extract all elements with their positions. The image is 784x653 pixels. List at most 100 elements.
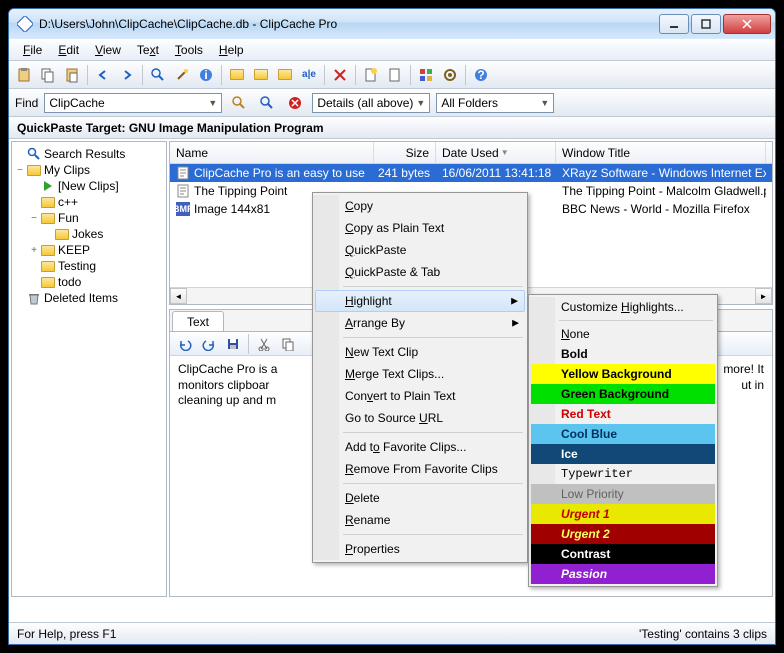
highlight-option[interactable]: None <box>531 324 715 344</box>
highlight-option[interactable]: Red Text <box>531 404 715 424</box>
expand-icon[interactable]: + <box>28 245 40 256</box>
tree-item[interactable]: −Fun <box>14 210 164 226</box>
column-header[interactable]: Name <box>170 142 374 163</box>
folder-new-icon[interactable] <box>274 64 296 86</box>
highlight-option[interactable]: Passion <box>531 564 715 584</box>
chevron-down-icon[interactable]: ▼ <box>540 98 549 108</box>
tree-item[interactable]: Jokes <box>14 226 164 242</box>
menu-item[interactable]: Go to Source URL <box>315 407 525 429</box>
undo-icon[interactable] <box>174 333 196 355</box>
find-input[interactable]: ClipCache ▼ <box>44 93 222 113</box>
tab-text[interactable]: Text <box>172 311 224 331</box>
find-clear-icon[interactable] <box>284 92 306 114</box>
find-go-icon[interactable] <box>228 92 250 114</box>
paste-icon[interactable] <box>61 64 83 86</box>
forward-icon[interactable] <box>116 64 138 86</box>
gear-icon[interactable] <box>439 64 461 86</box>
rename-icon[interactable]: a|e <box>298 64 320 86</box>
scroll-right-icon[interactable]: ► <box>755 288 772 304</box>
close-button[interactable] <box>723 14 771 34</box>
highlight-option[interactable]: Ice <box>531 444 715 464</box>
copy-icon[interactable] <box>277 333 299 355</box>
menu-item[interactable]: Rename <box>315 509 525 531</box>
new-page-icon[interactable] <box>360 64 382 86</box>
menu-item[interactable]: Properties <box>315 538 525 560</box>
folder-tree[interactable]: Search Results−My Clips[New Clips]c++−Fu… <box>11 141 167 597</box>
column-header[interactable]: Date Used▼ <box>436 142 556 163</box>
highlight-option[interactable]: Bold <box>531 344 715 364</box>
menu-item[interactable]: Copy <box>315 195 525 217</box>
menu-item[interactable]: Remove From Favorite Clips <box>315 458 525 480</box>
minimize-button[interactable] <box>659 14 689 34</box>
clipboard-icon[interactable] <box>13 64 35 86</box>
find-next-icon[interactable] <box>256 92 278 114</box>
menu-item[interactable]: QuickPaste & Tab <box>315 261 525 283</box>
search-icon[interactable] <box>147 64 169 86</box>
filter-details[interactable]: Details (all above) ▼ <box>312 93 430 113</box>
scroll-left-icon[interactable]: ◄ <box>170 288 187 304</box>
highlight-option[interactable]: Urgent 2 <box>531 524 715 544</box>
highlight-option[interactable]: Contrast <box>531 544 715 564</box>
highlight-option[interactable]: Cool Blue <box>531 424 715 444</box>
copy-icon[interactable] <box>37 64 59 86</box>
menu-item[interactable]: New Text Clip <box>315 341 525 363</box>
cut-icon[interactable] <box>253 333 275 355</box>
folder-icon[interactable] <box>226 64 248 86</box>
menu-edit[interactable]: Edit <box>50 41 87 59</box>
tree-item[interactable]: −My Clips <box>14 162 164 178</box>
highlight-option[interactable]: Green Background <box>531 384 715 404</box>
tree-item[interactable]: c++ <box>14 194 164 210</box>
highlight-option[interactable]: Low Priority <box>531 484 715 504</box>
highlight-option[interactable]: Urgent 1 <box>531 504 715 524</box>
menu-view[interactable]: View <box>87 41 129 59</box>
folder-icon <box>40 259 56 273</box>
titlebar[interactable]: D:\Users\John\ClipCache\ClipCache.db - C… <box>9 9 775 39</box>
menu-item[interactable]: Arrange By▶ <box>315 312 525 334</box>
table-row[interactable]: ClipCache Pro is an easy to use241 bytes… <box>170 164 772 182</box>
menu-item[interactable]: Convert to Plain Text <box>315 385 525 407</box>
menu-item[interactable]: QuickPaste <box>315 239 525 261</box>
highlight-option[interactable]: Typewriter <box>531 464 715 484</box>
folder-open-icon[interactable] <box>250 64 272 86</box>
save-icon[interactable] <box>222 333 244 355</box>
tree-item[interactable]: Deleted Items <box>14 290 164 306</box>
expand-icon[interactable]: − <box>14 165 26 176</box>
menu-help[interactable]: Help <box>211 41 252 59</box>
menu-file[interactable]: File <box>15 41 50 59</box>
maximize-button[interactable] <box>691 14 721 34</box>
grid-icon[interactable] <box>415 64 437 86</box>
findbar: Find ClipCache ▼ Details (all above) ▼ A… <box>9 89 775 117</box>
page-icon[interactable] <box>384 64 406 86</box>
menu-item[interactable]: Highlight▶ <box>315 290 525 312</box>
delete-icon[interactable] <box>329 64 351 86</box>
info-icon[interactable]: i <box>195 64 217 86</box>
menu-text[interactable]: Text <box>129 41 167 59</box>
tree-item[interactable]: [New Clips] <box>14 178 164 194</box>
filter-folders[interactable]: All Folders ▼ <box>436 93 554 113</box>
chevron-down-icon[interactable]: ▼ <box>416 98 425 108</box>
tree-item[interactable]: todo <box>14 274 164 290</box>
help-icon[interactable]: ? <box>470 64 492 86</box>
back-icon[interactable] <box>92 64 114 86</box>
column-header[interactable]: Window Title <box>556 142 766 163</box>
menu-item[interactable]: Merge Text Clips... <box>315 363 525 385</box>
column-header[interactable]: Size <box>374 142 436 163</box>
chevron-down-icon[interactable]: ▼ <box>208 98 217 108</box>
wand-icon[interactable] <box>171 64 193 86</box>
menu-item[interactable]: Add to Favorite Clips... <box>315 436 525 458</box>
context-menu[interactable]: CopyCopy as Plain TextQuickPasteQuickPas… <box>312 192 528 563</box>
menu-tools[interactable]: Tools <box>167 41 211 59</box>
redo-icon[interactable] <box>198 333 220 355</box>
expand-icon[interactable]: − <box>28 213 40 224</box>
folder-icon <box>54 227 70 241</box>
app-icon <box>17 16 33 32</box>
tree-item[interactable]: +KEEP <box>14 242 164 258</box>
trash-icon <box>26 291 42 305</box>
highlight-submenu[interactable]: Customize Highlights... NoneBoldYellow Ba… <box>528 294 718 587</box>
menu-item[interactable]: Customize Highlights... <box>531 297 715 317</box>
tree-item[interactable]: Search Results <box>14 146 164 162</box>
tree-item[interactable]: Testing <box>14 258 164 274</box>
menu-item[interactable]: Copy as Plain Text <box>315 217 525 239</box>
highlight-option[interactable]: Yellow Background <box>531 364 715 384</box>
menu-item[interactable]: Delete <box>315 487 525 509</box>
